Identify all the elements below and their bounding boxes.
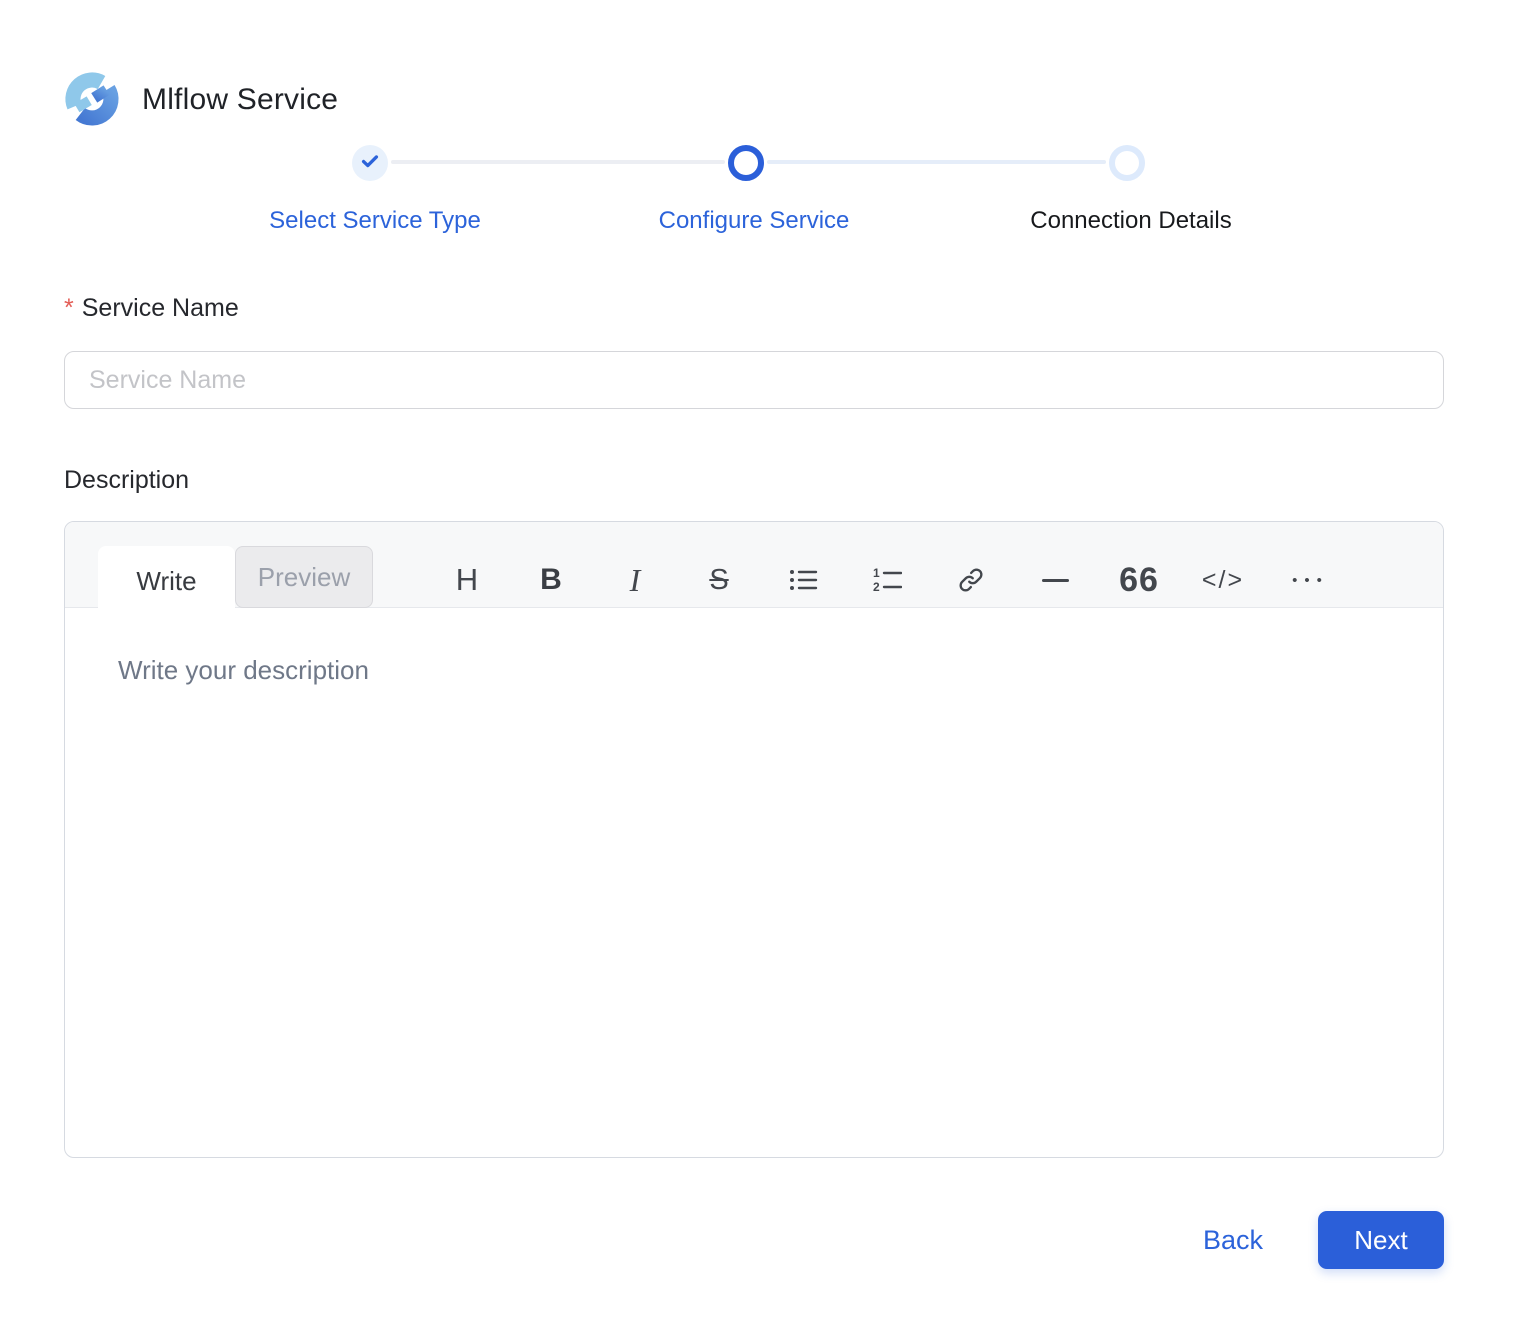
description-textarea[interactable] (65, 609, 1443, 1157)
page-title: Mlflow Service (142, 79, 338, 121)
svg-text:2: 2 (873, 580, 880, 593)
step-2-active-indicator[interactable] (728, 145, 764, 181)
service-name-input[interactable] (64, 351, 1444, 409)
heading-icon[interactable]: H (425, 558, 509, 602)
code-icon[interactable]: </> (1181, 558, 1265, 602)
svg-text:1: 1 (873, 567, 880, 580)
service-name-label: * Service Name (64, 294, 239, 323)
tab-write[interactable]: Write (98, 546, 235, 616)
formatting-toolbar: H B I S (425, 558, 1349, 602)
check-icon (359, 150, 381, 177)
editor-content-area (65, 609, 1443, 1157)
more-options-icon[interactable]: ••• (1265, 558, 1349, 602)
step-label-select-service-type[interactable]: Select Service Type (269, 207, 481, 235)
step-label-configure-service[interactable]: Configure Service (659, 207, 850, 235)
mlflow-service-wizard: Mlflow Service Select Service Type Confi… (0, 0, 1514, 1340)
step-3-upcoming-indicator[interactable] (1109, 145, 1145, 181)
step-label-connection-details: Connection Details (1030, 207, 1231, 235)
description-markdown-editor: Write Preview H B I S (64, 521, 1444, 1158)
quote-icon[interactable]: 66 (1097, 558, 1181, 602)
editor-toolbar: Write Preview H B I S (65, 522, 1443, 608)
required-asterisk: * (64, 294, 74, 323)
description-label: Description (64, 466, 189, 495)
numbered-list-icon[interactable]: 1 2 (845, 558, 929, 602)
stepper-connector-1 (391, 160, 725, 164)
mlflow-logo-icon (64, 71, 120, 127)
step-1-completed-indicator[interactable] (352, 145, 388, 181)
link-icon[interactable] (929, 558, 1013, 602)
description-label-text: Description (64, 466, 189, 495)
italic-icon[interactable]: I (593, 558, 677, 602)
back-button[interactable]: Back (1203, 1224, 1263, 1256)
stepper-connector-2 (767, 160, 1106, 164)
horizontal-rule-icon[interactable] (1013, 558, 1097, 602)
next-button[interactable]: Next (1318, 1211, 1444, 1269)
service-name-label-text: Service Name (82, 294, 239, 323)
strikethrough-icon[interactable]: S (677, 558, 761, 602)
tab-preview[interactable]: Preview (235, 546, 373, 608)
bold-icon[interactable]: B (509, 558, 593, 602)
bullet-list-icon[interactable] (761, 558, 845, 602)
